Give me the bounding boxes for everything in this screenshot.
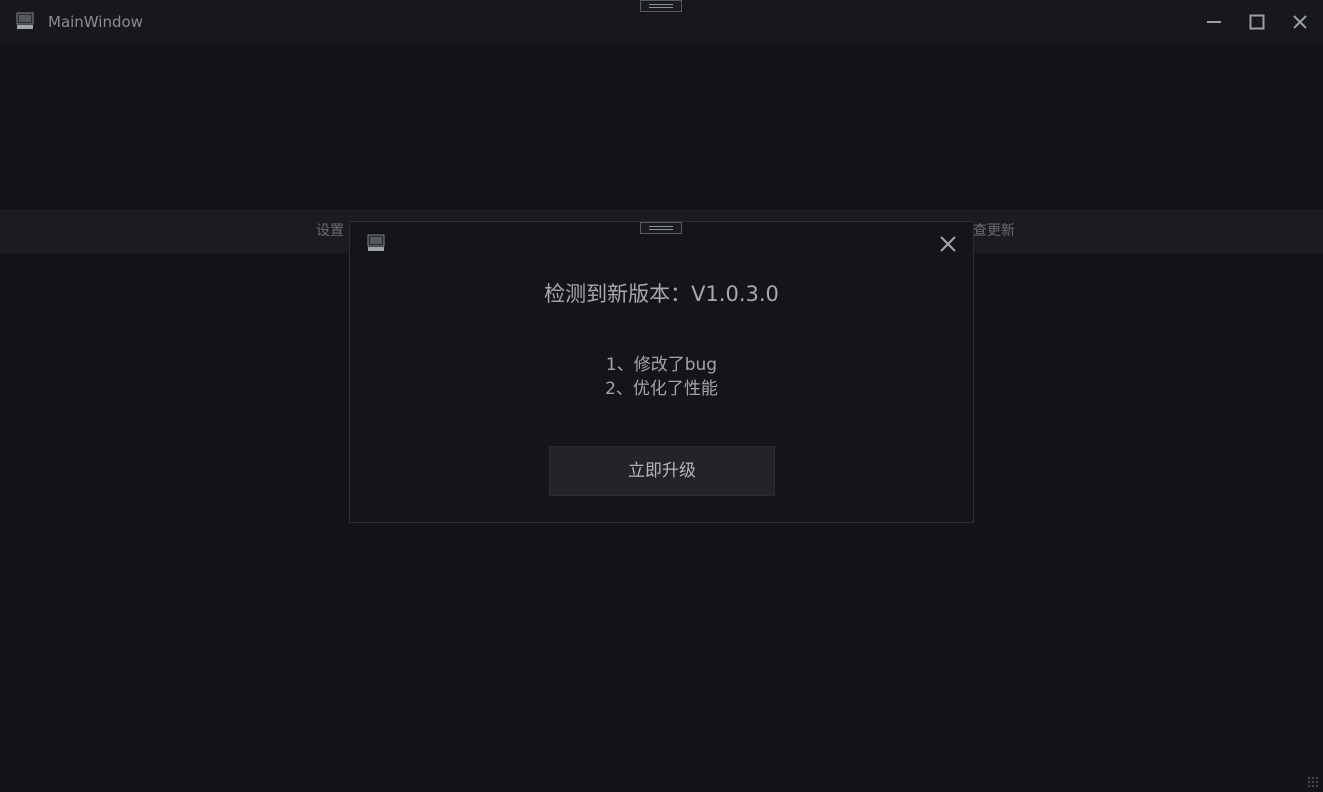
window-title: MainWindow — [48, 13, 143, 31]
close-icon — [940, 236, 956, 252]
minimize-button[interactable] — [1199, 8, 1229, 36]
maximize-button[interactable] — [1242, 8, 1272, 36]
drag-grip-icon[interactable] — [640, 0, 682, 12]
release-note-item: 1、修改了bug — [605, 355, 718, 375]
menu-item-check-update[interactable]: 查更新 — [973, 222, 1015, 240]
maximize-icon — [1249, 14, 1265, 30]
app-icon — [16, 12, 34, 30]
menu-item-settings[interactable]: 设置 — [316, 222, 344, 240]
close-window-button[interactable] — [1285, 8, 1315, 36]
release-notes: 1、修改了bug 2、优化了性能 — [350, 353, 973, 401]
resize-grip-icon[interactable] — [1307, 776, 1319, 788]
update-dialog: 检测到新版本：V1.0.3.0 1、修改了bug 2、优化了性能 立即升级 — [349, 221, 974, 523]
dialog-app-icon — [367, 234, 385, 252]
dialog-title: 检测到新版本：V1.0.3.0 — [544, 282, 779, 306]
close-icon — [1293, 15, 1307, 29]
window-titlebar[interactable]: MainWindow — [0, 0, 1323, 45]
dialog-drag-grip-icon[interactable] — [640, 222, 682, 234]
dialog-close-button[interactable] — [937, 233, 959, 255]
upgrade-now-button[interactable]: 立即升级 — [549, 446, 775, 496]
minimize-icon — [1207, 21, 1221, 23]
main-window: MainWindow 设置 查更新 检测到新版本：V1.0.3.0 1、修改了b… — [0, 0, 1323, 792]
release-note-item: 2、优化了性能 — [605, 379, 718, 399]
